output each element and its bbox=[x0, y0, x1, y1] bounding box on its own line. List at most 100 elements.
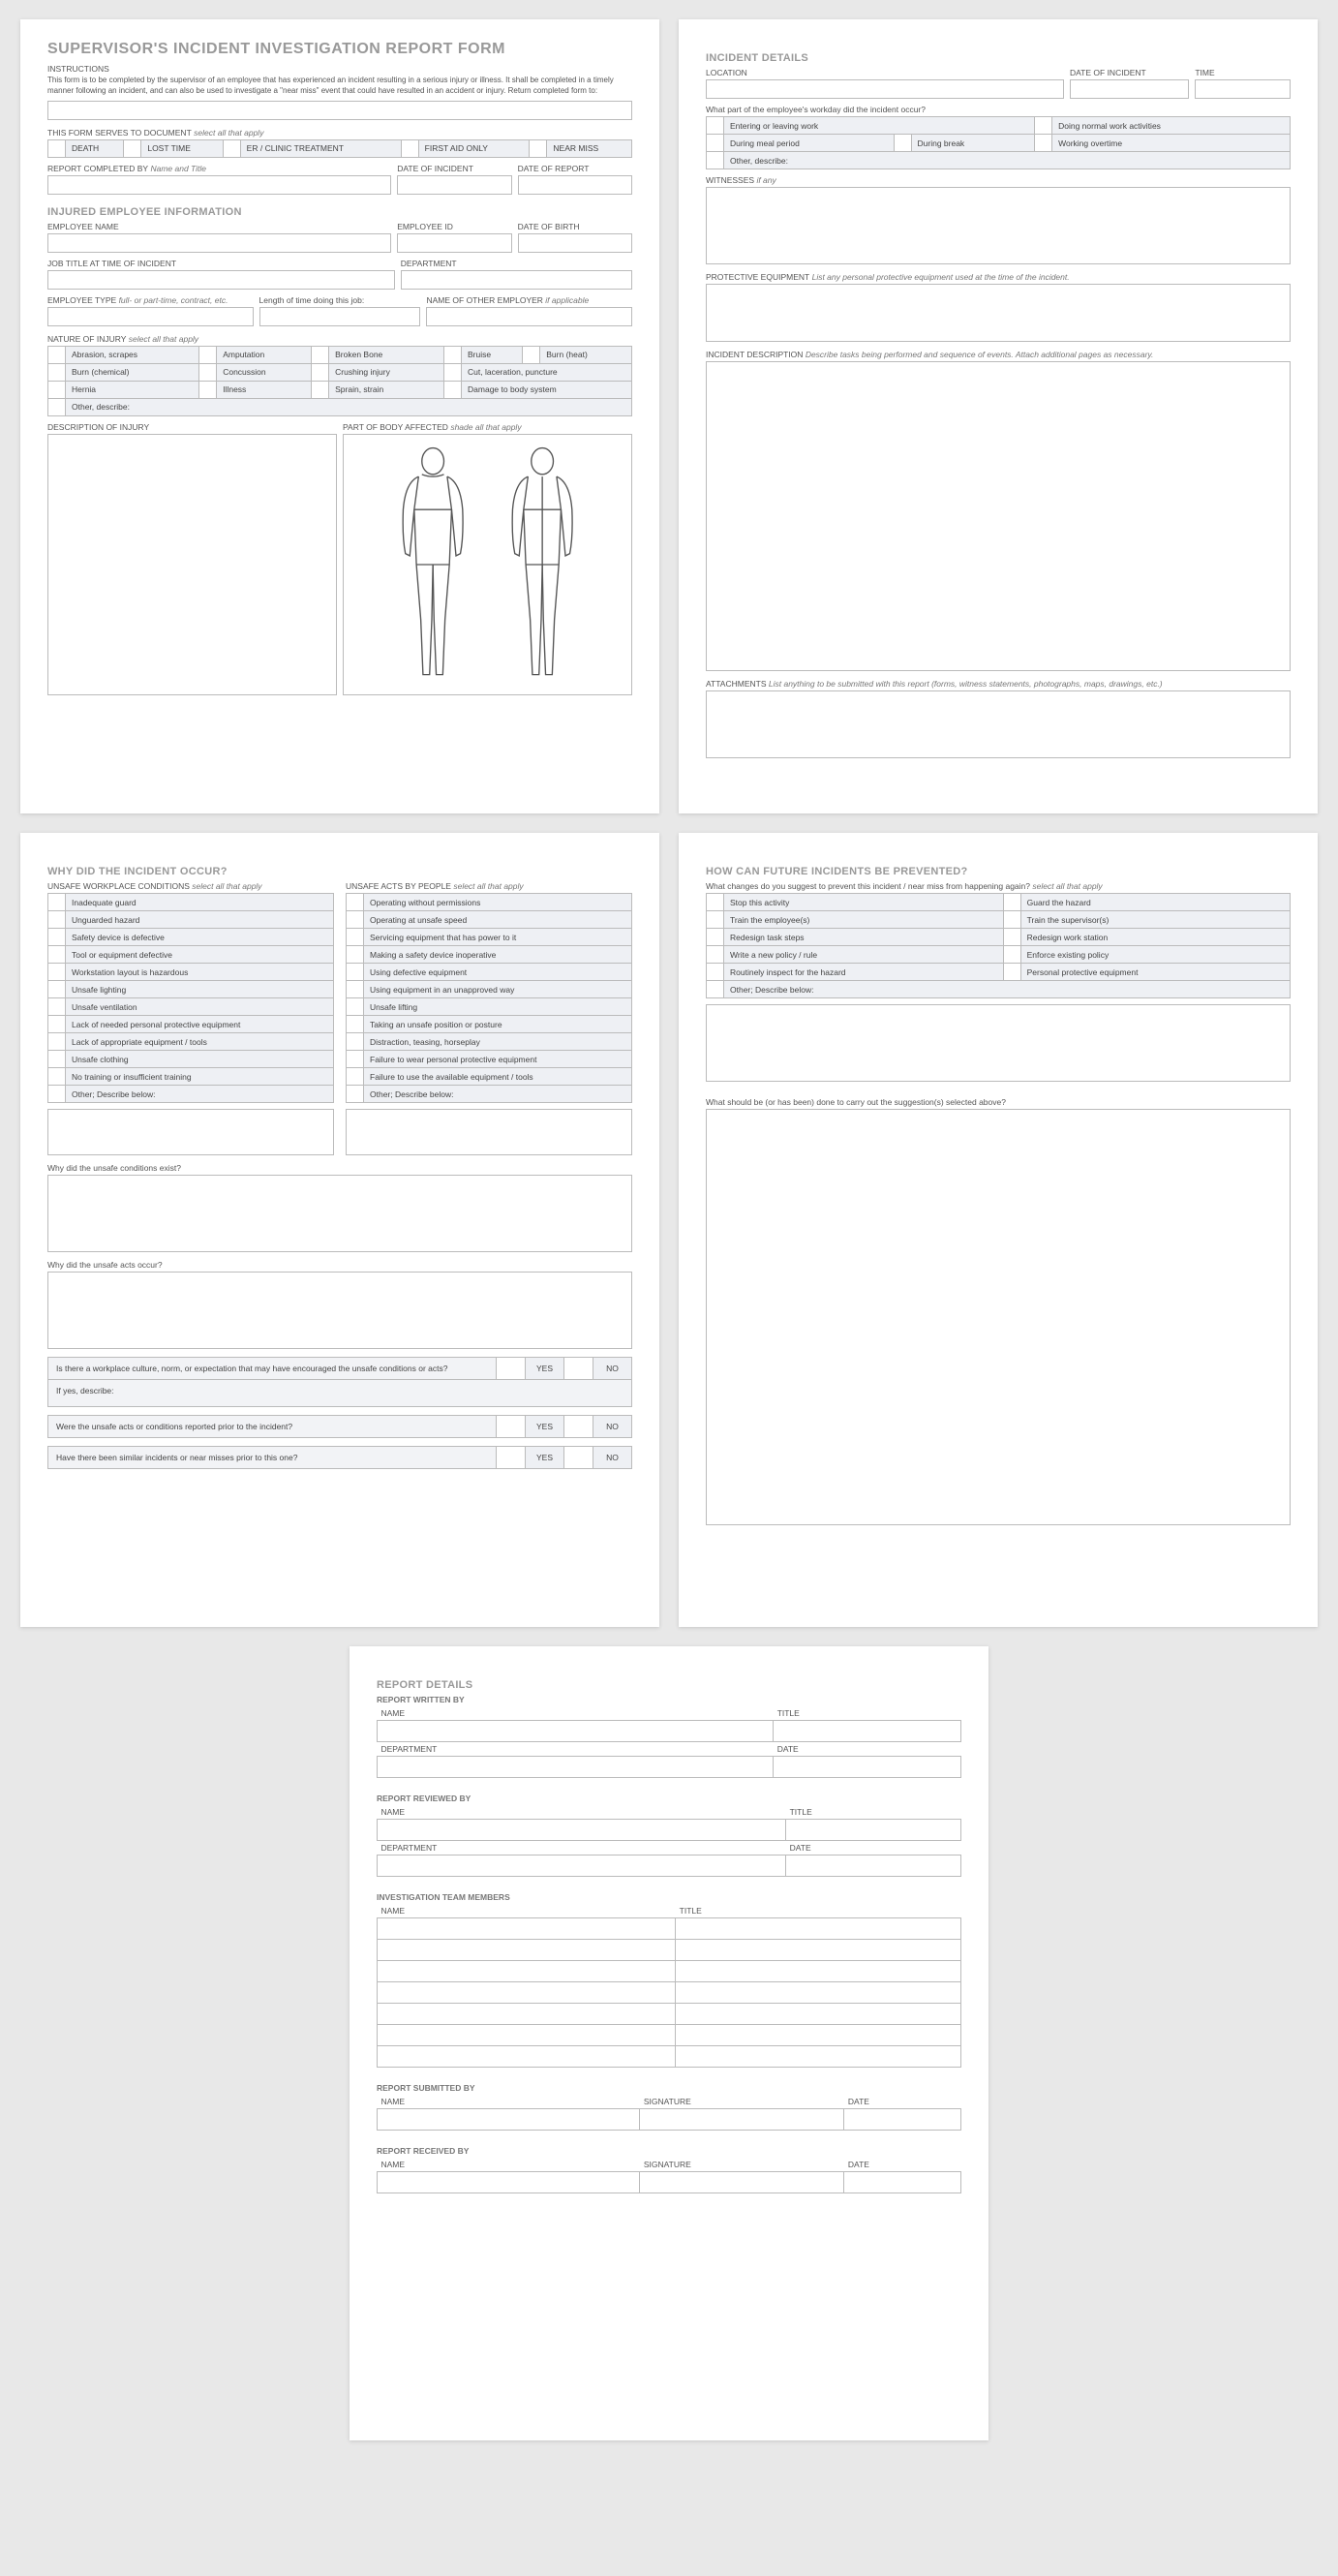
chk[interactable] bbox=[48, 946, 66, 964]
chk[interactable] bbox=[347, 1051, 364, 1068]
chk-death[interactable] bbox=[48, 139, 66, 157]
team-row[interactable] bbox=[378, 2046, 676, 2068]
written-date[interactable] bbox=[774, 1757, 961, 1778]
why-heading: WHY DID THE INCIDENT OCCUR? bbox=[47, 866, 632, 877]
chk[interactable] bbox=[347, 964, 364, 981]
page-5: REPORT DETAILS REPORT WRITTEN BY NAMETIT… bbox=[350, 1646, 988, 2440]
chk[interactable] bbox=[48, 894, 66, 911]
acts-describe[interactable] bbox=[346, 1109, 632, 1155]
document-heading: THIS FORM SERVES TO DOCUMENT select all … bbox=[47, 128, 632, 138]
option-label: Making a safety device inoperative bbox=[364, 946, 632, 964]
chk[interactable] bbox=[347, 1016, 364, 1033]
length-field[interactable] bbox=[259, 307, 421, 326]
incident-desc-field[interactable] bbox=[706, 361, 1291, 671]
prevent-describe[interactable] bbox=[706, 1004, 1291, 1082]
chk[interactable] bbox=[48, 981, 66, 998]
q4-no-chk[interactable] bbox=[564, 1415, 593, 1438]
q5-yes-chk[interactable] bbox=[497, 1446, 526, 1469]
if-yes-describe[interactable]: If yes, describe: bbox=[47, 1380, 632, 1407]
q5-no-chk[interactable] bbox=[564, 1446, 593, 1469]
attachments-field[interactable] bbox=[706, 690, 1291, 758]
team-row[interactable] bbox=[378, 2025, 676, 2046]
received-name[interactable] bbox=[378, 2172, 640, 2193]
instructions-heading: INSTRUCTIONS bbox=[47, 64, 632, 74]
chk[interactable] bbox=[347, 894, 364, 911]
team-row[interactable] bbox=[378, 1982, 676, 2004]
other-employer-field[interactable] bbox=[426, 307, 632, 326]
dept-field[interactable] bbox=[401, 270, 632, 290]
option-label: Unsafe lighting bbox=[66, 981, 334, 998]
emp-id-field[interactable] bbox=[397, 233, 511, 253]
body-front-icon bbox=[383, 444, 482, 686]
written-dept[interactable] bbox=[378, 1757, 774, 1778]
received-date[interactable] bbox=[844, 2172, 961, 2193]
chk[interactable] bbox=[48, 998, 66, 1016]
q1-field[interactable] bbox=[47, 1175, 632, 1252]
date-report-field[interactable] bbox=[518, 175, 632, 195]
chk-lost-time[interactable] bbox=[124, 139, 141, 157]
dob-field[interactable] bbox=[518, 233, 632, 253]
submitted-date[interactable] bbox=[844, 2109, 961, 2131]
chk-first-aid[interactable] bbox=[401, 139, 418, 157]
body-diagram[interactable] bbox=[343, 434, 632, 695]
chk[interactable] bbox=[347, 946, 364, 964]
chk[interactable] bbox=[48, 911, 66, 929]
option-label: Lack of needed personal protective equip… bbox=[66, 1016, 334, 1033]
team-row[interactable] bbox=[378, 2004, 676, 2025]
written-title[interactable] bbox=[774, 1721, 961, 1742]
received-sig[interactable] bbox=[640, 2172, 844, 2193]
form-title: SUPERVISOR'S INCIDENT INVESTIGATION REPO… bbox=[47, 41, 632, 58]
option-label: Taking an unsafe position or posture bbox=[364, 1016, 632, 1033]
emp-name-field[interactable] bbox=[47, 233, 391, 253]
chk[interactable] bbox=[347, 981, 364, 998]
chk-er[interactable] bbox=[223, 139, 240, 157]
desc-injury-field[interactable] bbox=[47, 434, 337, 695]
cond-describe[interactable] bbox=[47, 1109, 334, 1155]
q2-field[interactable] bbox=[47, 1272, 632, 1349]
written-name[interactable] bbox=[378, 1721, 774, 1742]
chk[interactable] bbox=[48, 964, 66, 981]
chk[interactable] bbox=[48, 1068, 66, 1086]
return-to-field[interactable] bbox=[47, 101, 632, 120]
chk[interactable] bbox=[48, 1033, 66, 1051]
emp-type-field[interactable] bbox=[47, 307, 254, 326]
ppe-field[interactable] bbox=[706, 284, 1291, 342]
page-4: HOW CAN FUTURE INCIDENTS BE PREVENTED? W… bbox=[679, 833, 1318, 1627]
option-label: Servicing equipment that has power to it bbox=[364, 929, 632, 946]
date-incident-field[interactable] bbox=[397, 175, 511, 195]
location-field[interactable] bbox=[706, 79, 1064, 99]
job-title-field[interactable] bbox=[47, 270, 395, 290]
chk[interactable] bbox=[347, 911, 364, 929]
incident-date-field[interactable] bbox=[1070, 79, 1189, 99]
chk[interactable] bbox=[347, 929, 364, 946]
chk-near-miss[interactable] bbox=[530, 139, 547, 157]
chk[interactable] bbox=[48, 1016, 66, 1033]
chk[interactable] bbox=[347, 1086, 364, 1103]
time-field[interactable] bbox=[1195, 79, 1291, 99]
reviewed-dept[interactable] bbox=[378, 1855, 786, 1877]
report-by-field[interactable] bbox=[47, 175, 391, 195]
chk[interactable] bbox=[347, 1033, 364, 1051]
option-label: Unguarded hazard bbox=[66, 911, 334, 929]
carry-out-field[interactable] bbox=[706, 1109, 1291, 1525]
chk[interactable] bbox=[48, 1086, 66, 1103]
received-table: NAMESIGNATUREDATE bbox=[377, 2158, 961, 2193]
team-row[interactable] bbox=[378, 1918, 676, 1940]
team-row[interactable] bbox=[378, 1961, 676, 1982]
reported-question: Were the unsafe acts or conditions repor… bbox=[47, 1415, 632, 1438]
chk[interactable] bbox=[347, 1068, 364, 1086]
q3-no-chk[interactable] bbox=[564, 1357, 593, 1380]
reviewed-title[interactable] bbox=[786, 1820, 961, 1841]
reviewed-name[interactable] bbox=[378, 1820, 786, 1841]
q4-yes-chk[interactable] bbox=[497, 1415, 526, 1438]
chk[interactable] bbox=[48, 929, 66, 946]
witnesses-field[interactable] bbox=[706, 187, 1291, 264]
chk[interactable] bbox=[48, 1051, 66, 1068]
chk[interactable] bbox=[347, 998, 364, 1016]
submitted-table: NAMESIGNATUREDATE bbox=[377, 2095, 961, 2131]
submitted-name[interactable] bbox=[378, 2109, 640, 2131]
q3-yes-chk[interactable] bbox=[497, 1357, 526, 1380]
team-row[interactable] bbox=[378, 1940, 676, 1961]
submitted-sig[interactable] bbox=[640, 2109, 844, 2131]
reviewed-date[interactable] bbox=[786, 1855, 961, 1877]
